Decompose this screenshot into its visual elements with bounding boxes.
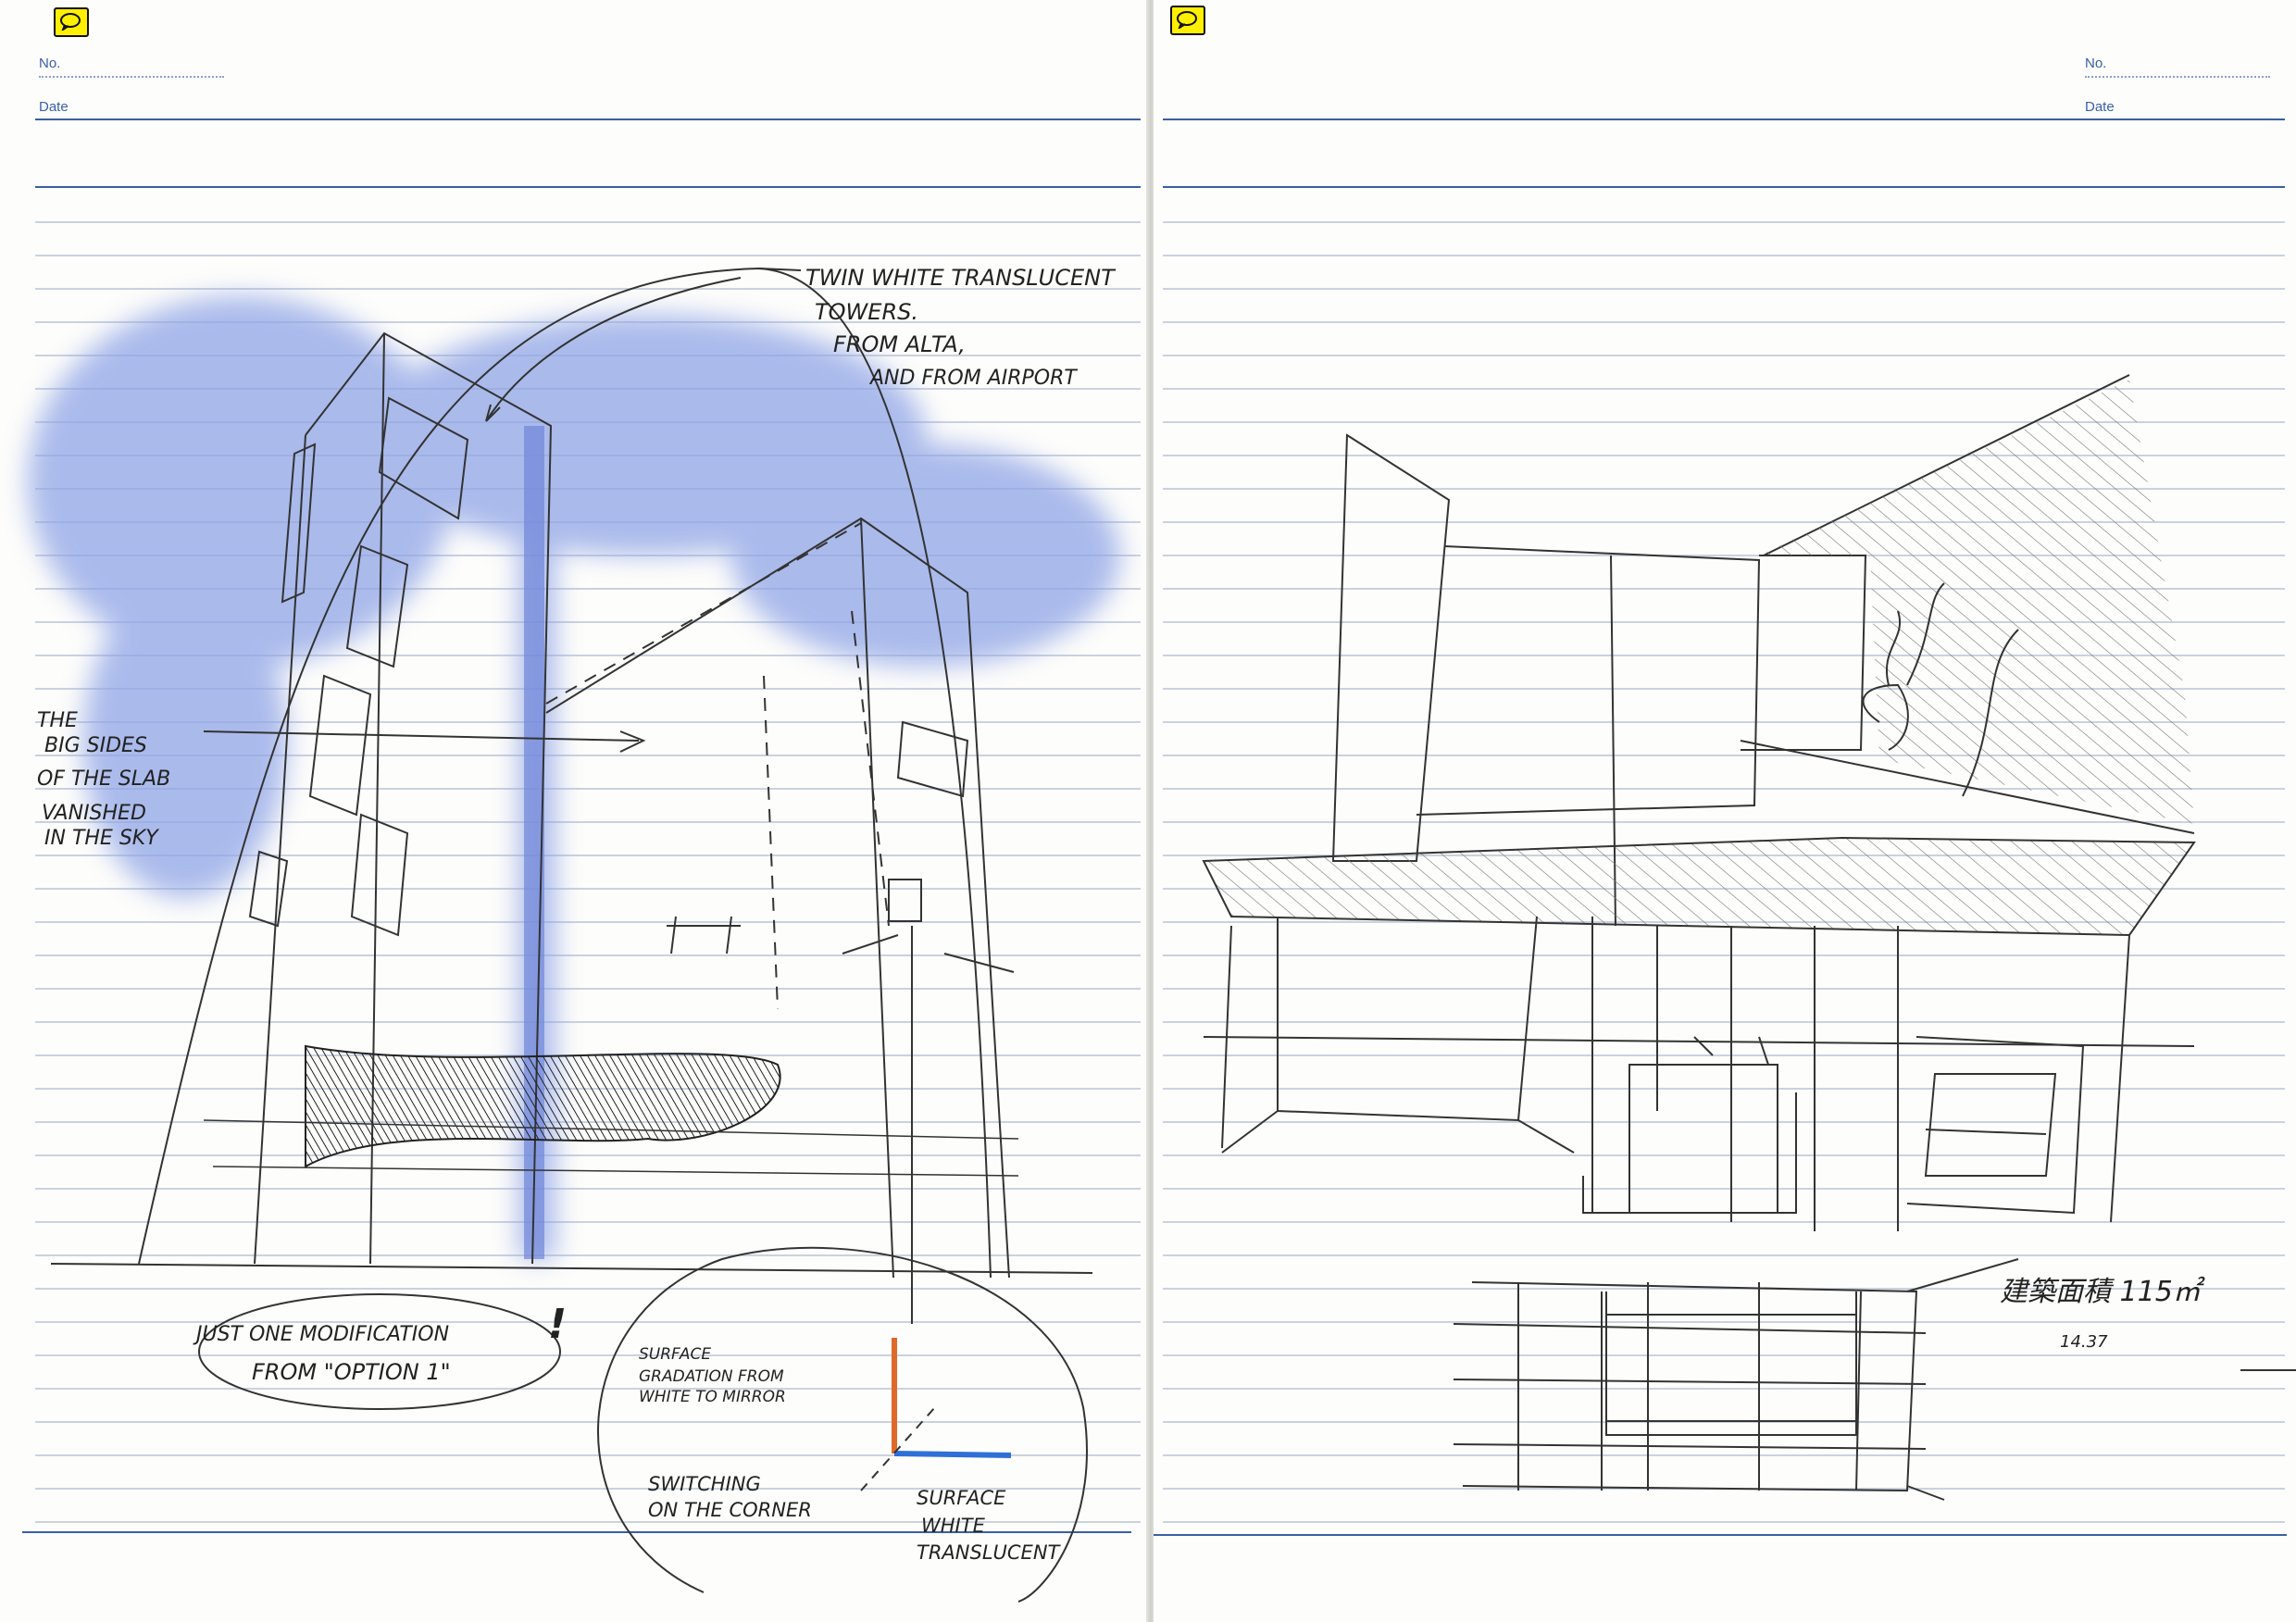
switching-note: SWITCHING <box>648 1473 761 1495</box>
notebook-sketch-layer: TWIN WHITE TRANSLUCENT TOWERS. FROM ALTA… <box>22 119 2296 1603</box>
big-sides-note: BIG SIDES <box>44 734 147 757</box>
modification-bubble <box>198 1293 561 1410</box>
modification-note: FROM "OPTION 1" <box>252 1359 451 1385</box>
surface-white-note: TRANSLUCENT <box>917 1541 1062 1564</box>
area-subnote: 14.37 <box>2060 1332 2108 1352</box>
exclamation-mark: ! <box>548 1301 567 1348</box>
area-note: 建築面積 115㎡ <box>2000 1276 2206 1308</box>
interior-sketch <box>1202 374 2296 1501</box>
surface-white-note: WHITE <box>921 1515 986 1537</box>
surface-gradation-note: GRADATION FROM <box>639 1367 784 1386</box>
switching-note: ON THE CORNER <box>648 1499 812 1521</box>
twin-towers-note: TOWERS. <box>815 299 918 325</box>
modification-note: JUST ONE MODIFICATION <box>193 1323 449 1346</box>
big-sides-note: THE <box>37 709 78 732</box>
twin-towers-note: FROM ALTA, <box>833 331 966 357</box>
big-sides-note: VANISHED <box>42 802 146 825</box>
tower-sketch: TWIN WHITE TRANSLUCENT TOWERS. FROM ALTA… <box>28 265 1120 1603</box>
blue-translucent-mark <box>893 1451 1012 1458</box>
surface-gradation-note: SURFACE <box>639 1345 711 1364</box>
surface-white-note: SURFACE <box>917 1487 1006 1509</box>
big-sides-note: OF THE SLAB <box>37 767 170 791</box>
twin-towers-note: AND FROM AIRPORT <box>868 367 1078 390</box>
surface-gradation-note: WHITE TO MIRROR <box>639 1388 786 1406</box>
big-sides-note: IN THE SKY <box>44 827 159 850</box>
twin-towers-note: TWIN WHITE TRANSLUCENT <box>805 265 1117 291</box>
